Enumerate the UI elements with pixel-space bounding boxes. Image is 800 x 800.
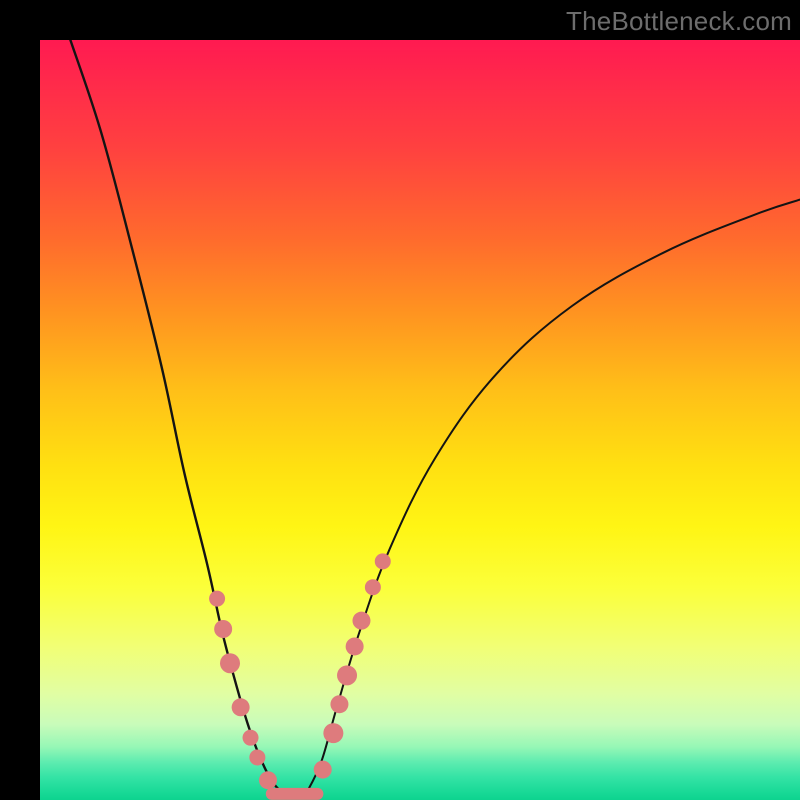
data-marker <box>314 761 332 779</box>
data-marker <box>352 612 370 630</box>
data-marker <box>365 579 381 595</box>
data-marker <box>249 749 265 765</box>
data-marker <box>214 620 232 638</box>
data-marker <box>243 730 259 746</box>
chart-frame: TheBottleneck.com <box>0 0 800 800</box>
data-marker <box>232 698 250 716</box>
chart-svg <box>40 40 800 800</box>
plot-area <box>40 40 800 800</box>
data-marker <box>375 553 391 569</box>
curve-right-branch <box>306 200 800 794</box>
data-marker <box>330 695 348 713</box>
data-marker <box>337 665 357 685</box>
markers-right <box>314 553 391 778</box>
watermark-text: TheBottleneck.com <box>566 6 792 37</box>
curve-left-branch <box>70 40 283 794</box>
data-marker <box>259 771 277 789</box>
data-marker <box>323 723 343 743</box>
data-marker <box>209 591 225 607</box>
data-marker <box>220 653 240 673</box>
data-marker <box>346 637 364 655</box>
